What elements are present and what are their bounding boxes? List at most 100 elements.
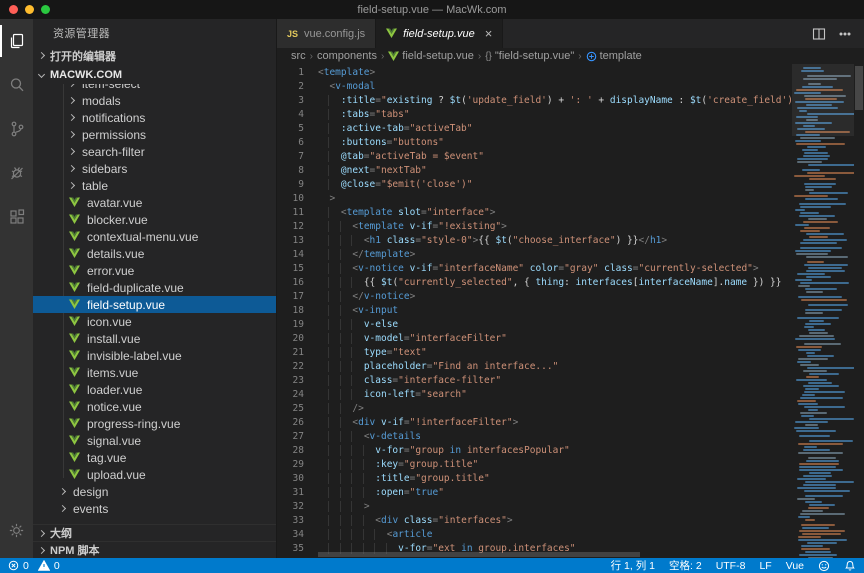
tree-file-notice.vue[interactable]: notice.vue: [33, 398, 276, 415]
code-content[interactable]: <template> <v-modal :title="existing ? $…: [318, 64, 792, 558]
code-line-26[interactable]: <div v-if="!interfaceFilter">: [318, 416, 792, 430]
source-control-icon[interactable]: [0, 107, 33, 151]
code-line-22[interactable]: placeholder="Find an interface...": [318, 360, 792, 374]
line-number[interactable]: 12: [277, 220, 318, 234]
close-tab-icon[interactable]: ×: [485, 27, 493, 40]
problems-indicator[interactable]: 0 0: [8, 560, 60, 572]
code-line-10[interactable]: >: [318, 192, 792, 206]
horizontal-scrollbar-thumb[interactable]: [318, 552, 640, 557]
line-number[interactable]: 26: [277, 416, 318, 430]
code-line-11[interactable]: <template slot="interface">: [318, 206, 792, 220]
code-line-4[interactable]: :tabs="tabs": [318, 108, 792, 122]
line-number[interactable]: 6: [277, 136, 318, 150]
code-line-21[interactable]: type="text": [318, 346, 792, 360]
tree-file-details.vue[interactable]: details.vue: [33, 245, 276, 262]
tree-file-icon.vue[interactable]: icon.vue: [33, 313, 276, 330]
line-number[interactable]: 5: [277, 122, 318, 136]
breadcrumb-file[interactable]: field-setup.vue: [388, 50, 474, 62]
encoding-setting[interactable]: UTF-8: [716, 560, 746, 572]
tree-file-signal.vue[interactable]: signal.vue: [33, 432, 276, 449]
line-number[interactable]: 1: [277, 66, 318, 80]
breadcrumb-components[interactable]: components: [317, 50, 377, 62]
indentation-setting[interactable]: 空格: 2: [669, 558, 702, 573]
code-line-24[interactable]: icon-left="search": [318, 388, 792, 402]
breadcrumb-file-string[interactable]: {} "field-setup.vue": [485, 50, 574, 62]
feedback-smiley-icon[interactable]: [818, 560, 830, 572]
code-line-19[interactable]: v-else: [318, 318, 792, 332]
code-line-15[interactable]: <v-notice v-if="interfaceName" color="gr…: [318, 262, 792, 276]
line-number[interactable]: 9: [277, 178, 318, 192]
vertical-scrollbar-thumb[interactable]: [855, 66, 863, 110]
code-line-7[interactable]: @tab="activeTab = $event": [318, 150, 792, 164]
debug-icon[interactable]: [0, 151, 33, 195]
notifications-bell-icon[interactable]: [844, 560, 856, 572]
code-line-18[interactable]: <v-input: [318, 304, 792, 318]
code-line-12[interactable]: <template v-if="!existing">: [318, 220, 792, 234]
tree-folder-table[interactable]: table: [33, 177, 276, 194]
section-outline[interactable]: 大纲: [33, 524, 276, 541]
tree-file-field-setup.vue[interactable]: field-setup.vue: [33, 296, 276, 313]
code-line-32[interactable]: >: [318, 500, 792, 514]
breadcrumb-template-symbol[interactable]: template: [586, 50, 642, 62]
code-line-33[interactable]: <div class="interfaces">: [318, 514, 792, 528]
tab-field-setup-vue[interactable]: field-setup.vue ×: [376, 19, 503, 48]
line-number[interactable]: 18: [277, 304, 318, 318]
code-line-3[interactable]: :title="existing ? $t('update_field') + …: [318, 94, 792, 108]
explorer-icon[interactable]: [0, 19, 33, 63]
tree-file-progress-ring.vue[interactable]: progress-ring.vue: [33, 415, 276, 432]
horizontal-scrollbar[interactable]: [318, 551, 792, 558]
tree-folder-notifications[interactable]: notifications: [33, 109, 276, 126]
tree-file-error.vue[interactable]: error.vue: [33, 262, 276, 279]
tree-folder-permissions[interactable]: permissions: [33, 126, 276, 143]
tree-file-loader.vue[interactable]: loader.vue: [33, 381, 276, 398]
line-number[interactable]: 28: [277, 444, 318, 458]
line-number[interactable]: 33: [277, 514, 318, 528]
line-number[interactable]: 32: [277, 500, 318, 514]
minimap-slider[interactable]: [792, 64, 854, 136]
split-editor-icon[interactable]: [812, 27, 826, 41]
section-npm-scripts[interactable]: NPM 脚本: [33, 541, 276, 558]
code-line-2[interactable]: <v-modal: [318, 80, 792, 94]
tree-file-blocker.vue[interactable]: blocker.vue: [33, 211, 276, 228]
code-line-25[interactable]: />: [318, 402, 792, 416]
tree-folder-item-select[interactable]: item-select: [33, 84, 276, 92]
code-line-27[interactable]: <v-details: [318, 430, 792, 444]
more-actions-icon[interactable]: [838, 27, 852, 41]
code-line-9[interactable]: @close="$emit('close')": [318, 178, 792, 192]
minimap[interactable]: [792, 64, 854, 558]
code-line-20[interactable]: v-model="interfaceFilter": [318, 332, 792, 346]
line-number[interactable]: 20: [277, 332, 318, 346]
code-line-31[interactable]: :open="true": [318, 486, 792, 500]
code-line-29[interactable]: :key="group.title": [318, 458, 792, 472]
code-line-5[interactable]: :active-tab="activeTab": [318, 122, 792, 136]
tree-file-tag.vue[interactable]: tag.vue: [33, 449, 276, 466]
line-number[interactable]: 31: [277, 486, 318, 500]
line-number[interactable]: 17: [277, 290, 318, 304]
code-line-13[interactable]: <h1 class="style-0">{{ $t("choose_interf…: [318, 234, 792, 248]
line-number-gutter[interactable]: 1234567891011121314151617181920212223242…: [277, 64, 318, 558]
tree-file-upload.vue[interactable]: upload.vue: [33, 466, 276, 483]
line-number[interactable]: 19: [277, 318, 318, 332]
line-number[interactable]: 3: [277, 94, 318, 108]
breadcrumb-src[interactable]: src: [291, 50, 306, 62]
line-number[interactable]: 4: [277, 108, 318, 122]
code-line-1[interactable]: <template>: [318, 66, 792, 80]
line-number[interactable]: 7: [277, 150, 318, 164]
tree-file-avatar.vue[interactable]: avatar.vue: [33, 194, 276, 211]
line-number[interactable]: 30: [277, 472, 318, 486]
tree-folder-modals[interactable]: modals: [33, 92, 276, 109]
code-line-30[interactable]: :title="group.title": [318, 472, 792, 486]
line-number[interactable]: 35: [277, 542, 318, 556]
tab-vue-config-js[interactable]: JS vue.config.js: [277, 19, 376, 48]
line-number[interactable]: 15: [277, 262, 318, 276]
line-number[interactable]: 24: [277, 388, 318, 402]
code-line-6[interactable]: :buttons="buttons": [318, 136, 792, 150]
extensions-icon[interactable]: [0, 195, 33, 239]
settings-gear-icon[interactable]: [0, 508, 33, 552]
line-number[interactable]: 29: [277, 458, 318, 472]
code-line-8[interactable]: @next="nextTab": [318, 164, 792, 178]
code-line-34[interactable]: <article: [318, 528, 792, 542]
code-line-28[interactable]: v-for="group in interfacesPopular": [318, 444, 792, 458]
code-line-23[interactable]: class="interface-filter": [318, 374, 792, 388]
code-line-14[interactable]: </template>: [318, 248, 792, 262]
